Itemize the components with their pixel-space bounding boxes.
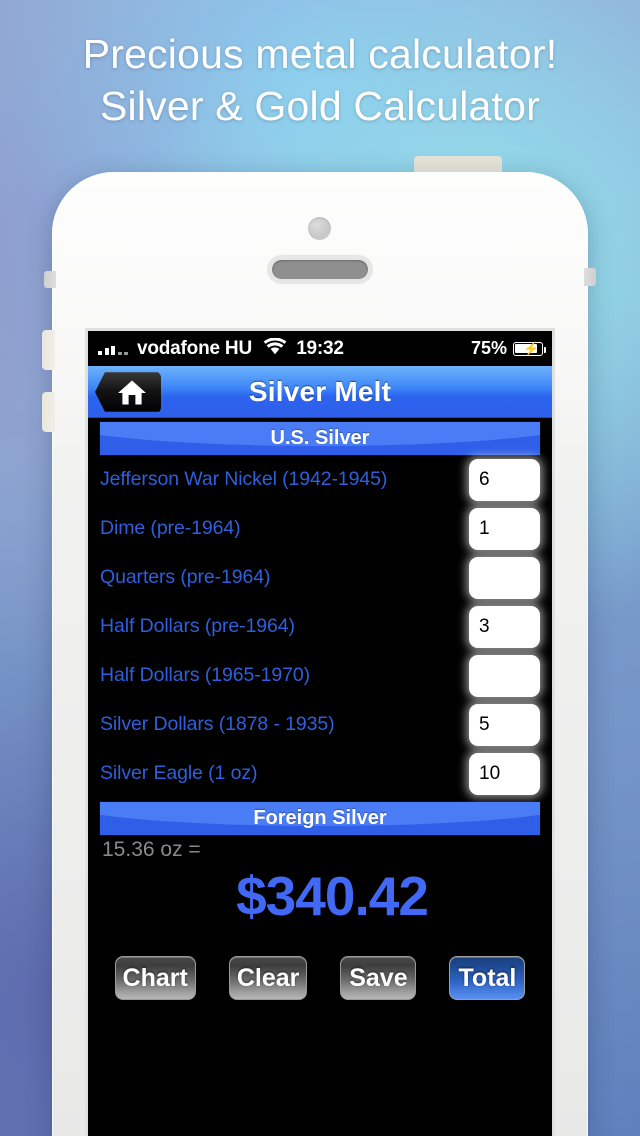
coin-quantity-input[interactable]: 5 [469, 703, 540, 746]
coin-quantity-input[interactable]: 10 [469, 752, 540, 795]
coin-quantity-value: 6 [479, 468, 490, 490]
table-row: Half Dollars (pre-1964) 3 [100, 602, 540, 651]
section-header-us-silver-label: U.S. Silver [270, 427, 370, 449]
silent-switch[interactable] [44, 271, 56, 288]
earpiece-speaker [272, 260, 368, 279]
table-row: Dime (pre-1964) 1 [100, 504, 540, 553]
coin-label: Quarters (pre-1964) [100, 566, 271, 588]
coin-quantity-input[interactable] [469, 654, 540, 697]
total-value-amount: $340.42 [236, 865, 429, 927]
coin-label: Half Dollars (1965-1970) [100, 664, 311, 686]
save-button-label: Save [349, 963, 408, 992]
headline-line-1: Precious metal calculator! [82, 31, 558, 77]
coin-label: Jefferson War Nickel (1942-1945) [100, 468, 388, 490]
table-row: Silver Dollars (1878 - 1935) 5 [100, 700, 540, 749]
total-button[interactable]: Total [449, 956, 526, 1000]
clear-button[interactable]: Clear [228, 956, 308, 1000]
volume-down-button[interactable] [42, 392, 55, 432]
total-weight-label: 15.36 oz = [102, 838, 201, 861]
coin-label: Silver Eagle (1 oz) [100, 762, 258, 784]
coin-quantity-input[interactable]: 3 [469, 605, 540, 648]
table-row: Jefferson War Nickel (1942-1945) 6 [100, 455, 540, 504]
table-row: Half Dollars (1965-1970) [100, 651, 540, 700]
chart-button-label: Chart [122, 963, 188, 992]
clear-button-label: Clear [236, 963, 300, 992]
battery-charging-icon: ⚡ [513, 341, 547, 356]
table-row: Quarters (pre-1964) [100, 553, 540, 602]
signal-bars-icon [98, 343, 128, 355]
status-bar: vodafone HU 19:32 75% ⚡ [88, 331, 552, 366]
section-header-foreign-silver[interactable]: Foreign Silver [100, 802, 540, 835]
coin-quantity-input[interactable] [469, 556, 540, 599]
home-button[interactable] [95, 372, 161, 412]
volume-up-button[interactable] [42, 330, 55, 370]
chart-button[interactable]: Chart [114, 956, 196, 1000]
coin-list: Jefferson War Nickel (1942-1945) 6 Dime … [88, 455, 552, 798]
coin-quantity-input[interactable]: 6 [469, 458, 540, 501]
action-button-row: Chart Clear Save Total [88, 928, 552, 1000]
power-button[interactable] [414, 156, 502, 172]
coin-quantity-input[interactable]: 1 [469, 507, 540, 550]
carrier-label: vodafone HU [137, 337, 252, 359]
total-button-label: Total [458, 963, 517, 992]
coin-label: Silver Dollars (1878 - 1935) [100, 713, 335, 735]
table-row: Silver Eagle (1 oz) 10 [100, 749, 540, 798]
sleep-wake-button[interactable] [584, 268, 596, 286]
promo-headline: Precious metal calculator! Silver & Gold… [0, 28, 640, 132]
status-right-group: 75% ⚡ [470, 338, 547, 359]
wifi-icon [263, 337, 287, 360]
coin-quantity-value: 5 [479, 713, 490, 735]
screenshot-root: Precious metal calculator! Silver & Gold… [0, 0, 640, 1136]
save-button[interactable]: Save [340, 956, 417, 1000]
front-camera-icon [308, 217, 331, 240]
coin-quantity-value: 1 [479, 517, 490, 539]
headline-line-2: Silver & Gold Calculator [99, 83, 541, 129]
battery-percent-label: 75% [470, 338, 507, 358]
section-header-us-silver: U.S. Silver [100, 422, 540, 455]
coin-label: Dime (pre-1964) [100, 517, 241, 539]
navigation-bar: Silver Melt [88, 366, 552, 418]
section-header-foreign-silver-label: Foreign Silver [253, 807, 387, 829]
coin-quantity-value: 3 [479, 615, 490, 637]
home-icon [117, 380, 146, 404]
coin-label: Half Dollars (pre-1964) [100, 615, 295, 637]
phone-screen: vodafone HU 19:32 75% ⚡ Silver Melt U.S.… [88, 331, 552, 1136]
coin-quantity-value: 10 [479, 762, 501, 784]
